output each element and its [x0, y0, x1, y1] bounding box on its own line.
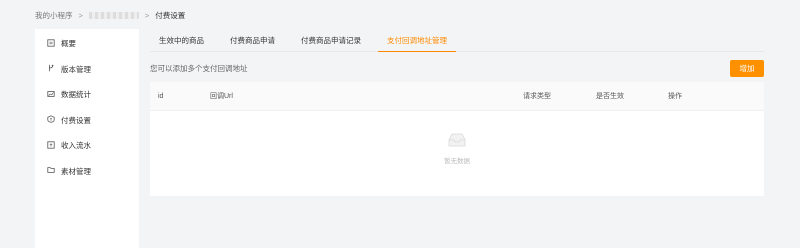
column-header-callback-url: 回调Url	[210, 93, 233, 100]
empty-state: 暂无数据	[150, 132, 764, 165]
table-header: id 回调Url 请求类型 是否生效 操作	[150, 82, 764, 111]
sidebar-item-statistics[interactable]: 数据统计	[35, 82, 139, 108]
empty-inbox-icon	[447, 132, 467, 150]
sidebar-item-version[interactable]: 版本管理	[35, 57, 139, 83]
folder-icon	[47, 166, 55, 176]
sidebar-item-label: 付费设置	[61, 115, 91, 125]
sidebar-item-label: 数据统计	[61, 90, 91, 100]
version-icon	[47, 64, 55, 74]
overview-icon	[47, 39, 55, 49]
column-header-id: id	[158, 92, 164, 100]
column-header-is-active: 是否生效	[596, 93, 624, 100]
sidebar-item-label: 版本管理	[61, 64, 91, 74]
sidebar-item-materials[interactable]: 素材管理	[35, 159, 139, 185]
breadcrumb-current: 付费设置	[155, 10, 186, 20]
column-header-request-type: 请求类型	[523, 93, 551, 100]
breadcrumb-separator: >	[78, 10, 83, 20]
tab-application-records[interactable]: 付费商品申请记录	[292, 33, 370, 51]
tab-active-products[interactable]: 生效中的商品	[150, 33, 213, 51]
sidebar-item-payment[interactable]: 付费设置	[35, 108, 139, 134]
hint-text: 您可以添加多个支付回调地址	[150, 64, 248, 73]
income-icon	[47, 141, 55, 151]
sidebar: 概要 版本管理 数据统计 付费设置 收入流水 素材管理	[35, 29, 139, 248]
sidebar-item-label: 概要	[61, 39, 76, 49]
chart-icon	[47, 90, 55, 100]
tab-callback-url-management[interactable]: 支付回调地址管理	[378, 33, 456, 52]
add-button[interactable]: 增加	[730, 60, 764, 77]
tab-paid-product-application[interactable]: 付费商品申请	[221, 33, 284, 51]
sidebar-item-income[interactable]: 收入流水	[35, 133, 139, 159]
breadcrumb: 我的小程序 > > 付费设置	[35, 9, 185, 21]
main-content: 生效中的商品 付费商品申请 付费商品申请记录 支付回调地址管理 您可以添加多个支…	[150, 33, 764, 196]
column-header-actions: 操作	[668, 93, 682, 100]
breadcrumb-root[interactable]: 我的小程序	[35, 10, 73, 21]
tab-bar: 生效中的商品 付费商品申请 付费商品申请记录 支付回调地址管理	[150, 33, 764, 52]
sidebar-item-label: 素材管理	[61, 166, 91, 176]
breadcrumb-separator: >	[144, 10, 150, 20]
sidebar-item-overview[interactable]: 概要	[35, 31, 139, 57]
callback-table: id 回调Url 请求类型 是否生效 操作 暂无数据	[150, 82, 764, 196]
sidebar-item-label: 收入流水	[61, 141, 91, 151]
breadcrumb-app-name-redacted[interactable]	[88, 11, 139, 19]
empty-text: 暂无数据	[444, 158, 470, 165]
payment-icon	[47, 115, 55, 125]
